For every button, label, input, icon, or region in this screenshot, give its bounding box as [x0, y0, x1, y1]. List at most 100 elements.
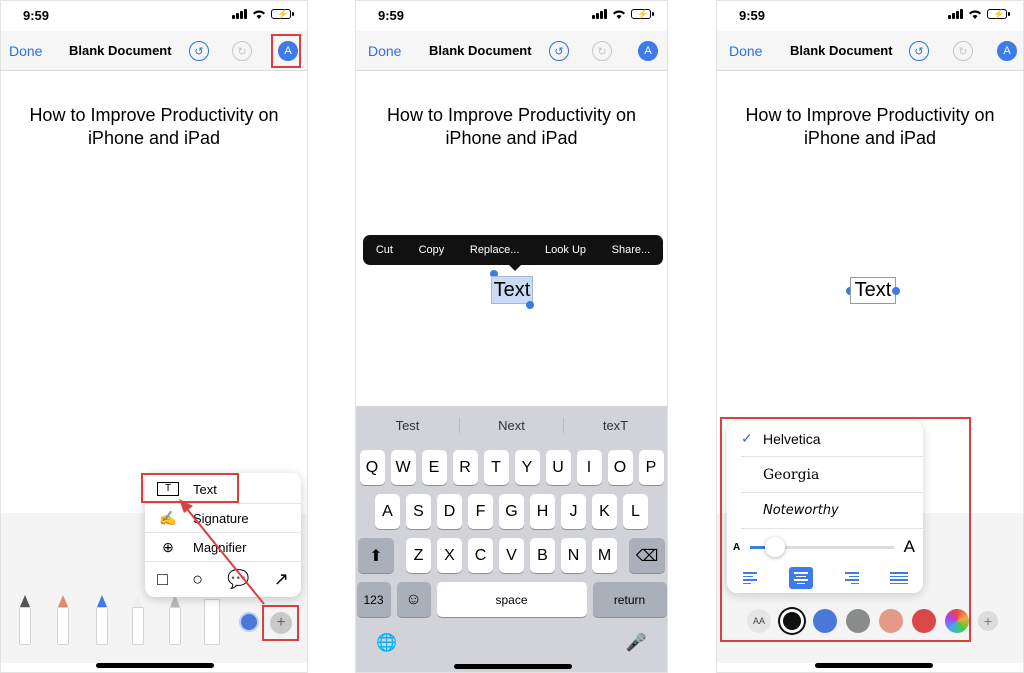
key-q[interactable]: Q [359, 450, 385, 485]
key-g[interactable]: G [499, 494, 524, 529]
text-box-handle-right[interactable] [892, 287, 900, 295]
prediction-2[interactable]: Next [460, 417, 564, 433]
doc-heading: How to Improve Productivity on iPhone an… [745, 105, 995, 148]
document-title: Blank Document [429, 43, 532, 58]
eraser-tool[interactable] [132, 595, 144, 645]
cellular-icon [592, 9, 607, 19]
key-p[interactable]: P [638, 450, 664, 485]
key-r[interactable]: R [452, 450, 478, 485]
key-m[interactable]: M [592, 538, 617, 573]
undo-icon[interactable]: ↺ [909, 41, 929, 61]
key-row-2: ASDFGHJKL [356, 494, 667, 529]
key-l[interactable]: L [623, 494, 648, 529]
key-i[interactable]: I [576, 450, 602, 485]
status-time: 9:59 [23, 8, 50, 23]
key-k[interactable]: K [592, 494, 617, 529]
redo-icon[interactable]: ↻ [953, 41, 973, 61]
key-u[interactable]: U [545, 450, 571, 485]
key-y[interactable]: Y [514, 450, 540, 485]
key-j[interactable]: J [561, 494, 586, 529]
cut-button[interactable]: Cut [376, 244, 393, 256]
selected-text-box[interactable]: Text [491, 276, 533, 304]
undo-icon[interactable]: ↺ [549, 41, 569, 61]
emoji-key[interactable]: ☺ [396, 582, 431, 617]
key-h[interactable]: H [530, 494, 555, 529]
status-bar: 9:59 ⚡ [717, 1, 1023, 29]
pencil-tool[interactable] [96, 595, 108, 645]
document-title: Blank Document [790, 43, 893, 58]
delete-key[interactable]: ⌫ [629, 538, 665, 573]
shift-key[interactable]: ⬆ [358, 538, 394, 573]
arrow-shape-icon[interactable]: ↗ [274, 569, 289, 590]
key-z[interactable]: Z [406, 538, 431, 573]
pen-tool[interactable] [19, 595, 31, 645]
highlight-markup [271, 34, 301, 68]
wifi-icon [253, 10, 265, 19]
screen-add-text: 9:59 ⚡ Done Blank Document ↺ ↻ A How to … [0, 0, 308, 673]
replace-button[interactable]: Replace... [470, 244, 520, 256]
key-c[interactable]: C [468, 538, 493, 573]
copy-button[interactable]: Copy [419, 244, 445, 256]
selection-handle-end[interactable] [526, 301, 534, 309]
key-w[interactable]: W [390, 450, 416, 485]
key-b[interactable]: B [530, 538, 555, 573]
doc-heading: How to Improve Productivity on iPhone an… [29, 105, 279, 148]
screen-font-options: 9:59 ⚡ Done Blank Document ↺ ↻ A How to … [716, 0, 1024, 673]
status-bar: 9:59 ⚡ [356, 1, 667, 29]
battery-icon: ⚡ [987, 9, 1010, 19]
highlight-format-panel [720, 417, 971, 642]
key-a[interactable]: A [375, 494, 400, 529]
nav-bar: Done Blank Document ↺ ↻ A [717, 31, 1023, 71]
return-key[interactable]: return [592, 582, 667, 617]
key-row-1: QWERTYUIOP [356, 450, 667, 485]
wifi-icon [613, 10, 625, 19]
numbers-key[interactable]: 123 [356, 582, 391, 617]
key-s[interactable]: S [406, 494, 431, 529]
key-d[interactable]: D [437, 494, 462, 529]
undo-icon[interactable]: ↺ [189, 41, 209, 61]
space-key[interactable]: space [436, 582, 587, 617]
done-button[interactable]: Done [729, 43, 762, 59]
key-row-4: 123 ☺ space return [356, 582, 667, 617]
done-button[interactable]: Done [9, 43, 42, 59]
color-picker-icon[interactable] [239, 612, 259, 632]
home-indicator [96, 663, 214, 668]
square-shape-icon[interactable]: □ [157, 569, 168, 590]
share-button[interactable]: Share... [612, 244, 651, 256]
battery-icon: ⚡ [271, 9, 294, 19]
key-o[interactable]: O [607, 450, 633, 485]
edit-menu: Cut Copy Replace... Look Up Share... [363, 235, 663, 271]
keyboard: Test Next texT QWERTYUIOP ASDFGHJKL ⬆ ZX… [356, 406, 667, 672]
home-indicator [815, 663, 933, 668]
arrow-annotation-icon [179, 499, 265, 605]
screen-edit-text: 9:59 ⚡ Done Blank Document ↺ ↻ A How to … [355, 0, 668, 673]
globe-icon[interactable]: 🌐 [376, 633, 397, 653]
prediction-1[interactable]: Test [356, 417, 460, 433]
text-box[interactable]: Text [850, 277, 896, 304]
microphone-icon[interactable]: 🎤 [626, 633, 647, 653]
redo-icon[interactable]: ↻ [592, 41, 612, 61]
markup-icon[interactable]: A [638, 41, 658, 61]
cellular-icon [948, 9, 963, 19]
nav-bar: Done Blank Document ↺ ↻ A [1, 31, 307, 71]
wifi-icon [969, 10, 981, 19]
key-e[interactable]: E [421, 450, 447, 485]
key-v[interactable]: V [499, 538, 524, 573]
look-up-button[interactable]: Look Up [545, 244, 586, 256]
key-t[interactable]: T [483, 450, 509, 485]
status-bar: 9:59 ⚡ [1, 1, 307, 29]
add-icon[interactable]: + [978, 611, 998, 631]
document-title: Blank Document [69, 43, 172, 58]
key-n[interactable]: N [561, 538, 586, 573]
battery-icon: ⚡ [631, 9, 654, 19]
redo-icon[interactable]: ↻ [232, 41, 252, 61]
markup-icon[interactable]: A [997, 41, 1017, 61]
key-row-3: ⬆ ZXCVBNM ⌫ [356, 538, 667, 573]
highlighter-tool[interactable] [57, 595, 69, 645]
key-x[interactable]: X [437, 538, 462, 573]
cellular-icon [232, 9, 247, 19]
predictive-bar: Test Next texT [356, 406, 667, 444]
done-button[interactable]: Done [368, 43, 401, 59]
key-f[interactable]: F [468, 494, 493, 529]
prediction-3[interactable]: texT [564, 418, 667, 433]
